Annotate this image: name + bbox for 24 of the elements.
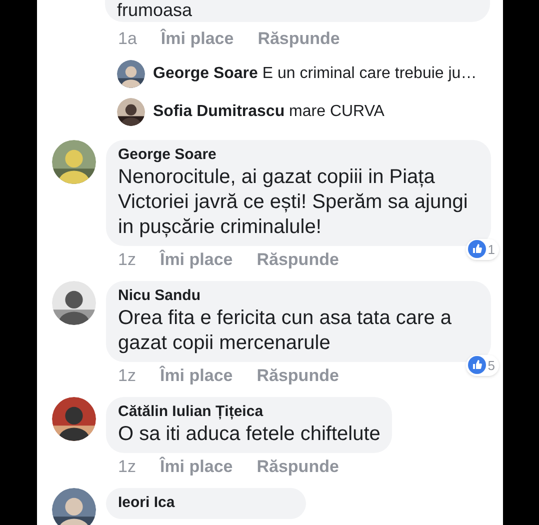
reply-link[interactable]: Răspunde xyxy=(256,363,339,389)
like-link[interactable]: Îmi place xyxy=(160,247,233,273)
comment-text: frumoasa xyxy=(117,0,194,20)
comment-text: Orea fita e fericita cun asa tata care a gazat copii mercenarule xyxy=(118,306,453,356)
comment-text: O sa iti aduca fetele chiftelute xyxy=(118,422,380,447)
comment-author: Ieori Ica xyxy=(118,493,176,513)
reply-preview: Sofia Dumitrascu mare CURVA xyxy=(153,102,384,122)
reply-link[interactable]: Răspunde xyxy=(256,454,339,480)
comment-text: Nenorocitule, ai gazat copiii in Piața Victoriei javră ce ești! Sperăm sa ajungi in pușcărie criminalule! xyxy=(118,165,469,240)
comment-time: 1z xyxy=(118,456,136,478)
reply-preview: George Soare E un criminal care trebuie ju… xyxy=(153,64,477,84)
like-link[interactable]: Îmi place xyxy=(160,454,233,480)
comment-author: Cătălin Iulian Țițeica xyxy=(118,402,264,422)
comment-author: Nicu Sandu xyxy=(118,286,202,306)
comment-time: 1z xyxy=(118,365,136,388)
reaction-number: 5 xyxy=(488,356,495,374)
like-link[interactable]: Îmi place xyxy=(160,26,234,52)
reply-link[interactable]: Răspunde xyxy=(256,247,339,273)
comment-time: 1z xyxy=(118,249,136,272)
comment-time: 1a xyxy=(118,28,137,50)
comment-author: George Soare xyxy=(118,145,218,165)
reply-link[interactable]: Răspunde xyxy=(258,26,340,52)
like-link[interactable]: Îmi place xyxy=(160,363,233,389)
reaction-number: 1 xyxy=(488,240,495,258)
